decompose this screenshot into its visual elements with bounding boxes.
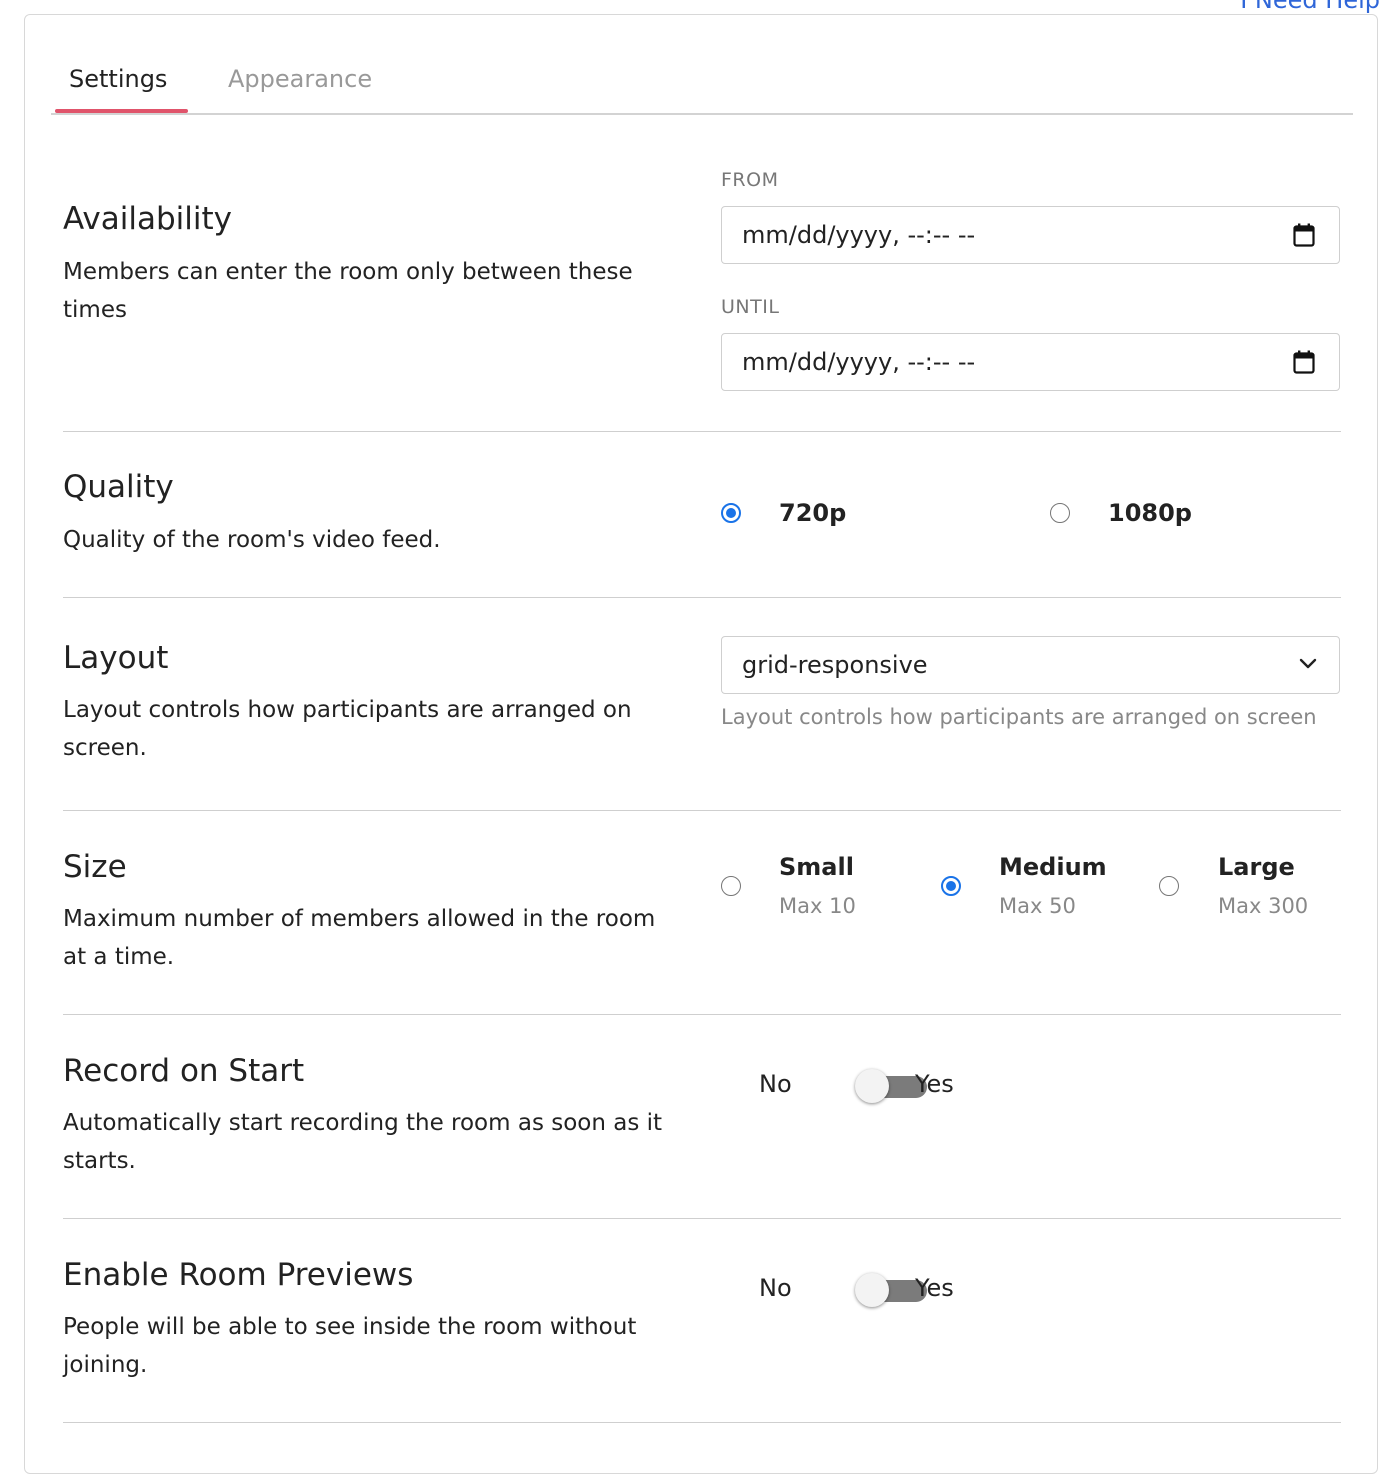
tab-appearance[interactable]: Appearance [228, 65, 372, 93]
size-medium-label[interactable]: Medium [999, 853, 1107, 881]
quality-title: Quality [63, 469, 174, 505]
size-medium-radio[interactable] [941, 876, 961, 896]
help-link[interactable]: I Need Help [1240, 0, 1380, 14]
calendar-icon[interactable] [1293, 350, 1315, 374]
size-small-label[interactable]: Small [779, 853, 854, 881]
layout-select[interactable]: grid-responsive [721, 636, 1340, 694]
quality-720p-radio[interactable] [721, 503, 741, 523]
quality-720p-label[interactable]: 720p [779, 499, 846, 527]
availability-title: Availability [63, 201, 232, 237]
size-large-radio[interactable] [1159, 876, 1179, 896]
layout-selected-value: grid-responsive [742, 651, 928, 679]
divider [63, 1014, 1341, 1015]
size-description: Maximum number of members allowed in the… [63, 906, 656, 970]
tab-bar: Settings Appearance [51, 55, 1353, 115]
tab-settings[interactable]: Settings [69, 65, 167, 93]
from-datetime-input[interactable]: mm/dd/yyyy, --:-- -- [721, 206, 1340, 264]
size-medium-max: Max 50 [999, 894, 1076, 918]
record-no-label: No [759, 1070, 792, 1098]
quality-1080p-label[interactable]: 1080p [1108, 499, 1192, 527]
previews-description: People will be able to see inside the ro… [63, 1314, 637, 1378]
layout-help-text: Layout controls how participants are arr… [721, 705, 1317, 729]
chevron-down-icon [1299, 658, 1317, 669]
from-datetime-value: mm/dd/yyyy, --:-- -- [742, 221, 976, 249]
previews-yes-label: Yes [915, 1274, 954, 1302]
size-title: Size [63, 849, 127, 885]
settings-card: Settings Appearance Availability Members… [24, 14, 1378, 1474]
divider [63, 431, 1341, 432]
size-large-max: Max 300 [1218, 894, 1309, 918]
divider [63, 1422, 1341, 1423]
divider [63, 810, 1341, 811]
quality-description: Quality of the room's video feed. [63, 527, 441, 553]
divider [63, 597, 1341, 598]
previews-no-label: No [759, 1274, 792, 1302]
calendar-icon[interactable] [1293, 223, 1315, 247]
until-datetime-input[interactable]: mm/dd/yyyy, --:-- -- [721, 333, 1340, 391]
from-label: FROM [721, 169, 779, 191]
size-small-max: Max 10 [779, 894, 856, 918]
availability-description: Members can enter the room only between … [63, 259, 633, 323]
previews-title: Enable Room Previews [63, 1257, 414, 1293]
record-description: Automatically start recording the room a… [63, 1110, 663, 1174]
size-small-radio[interactable] [721, 876, 741, 896]
layout-title: Layout [63, 640, 169, 676]
divider [63, 1218, 1341, 1219]
toggle-knob [855, 1069, 889, 1103]
until-label: UNTIL [721, 296, 780, 318]
layout-description: Layout controls how participants are arr… [63, 697, 632, 761]
size-large-label[interactable]: Large [1218, 853, 1295, 881]
active-tab-indicator [55, 109, 188, 113]
record-yes-label: Yes [915, 1070, 954, 1098]
record-title: Record on Start [63, 1053, 305, 1089]
until-datetime-value: mm/dd/yyyy, --:-- -- [742, 348, 976, 376]
quality-1080p-radio[interactable] [1050, 503, 1070, 523]
toggle-knob [855, 1273, 889, 1307]
